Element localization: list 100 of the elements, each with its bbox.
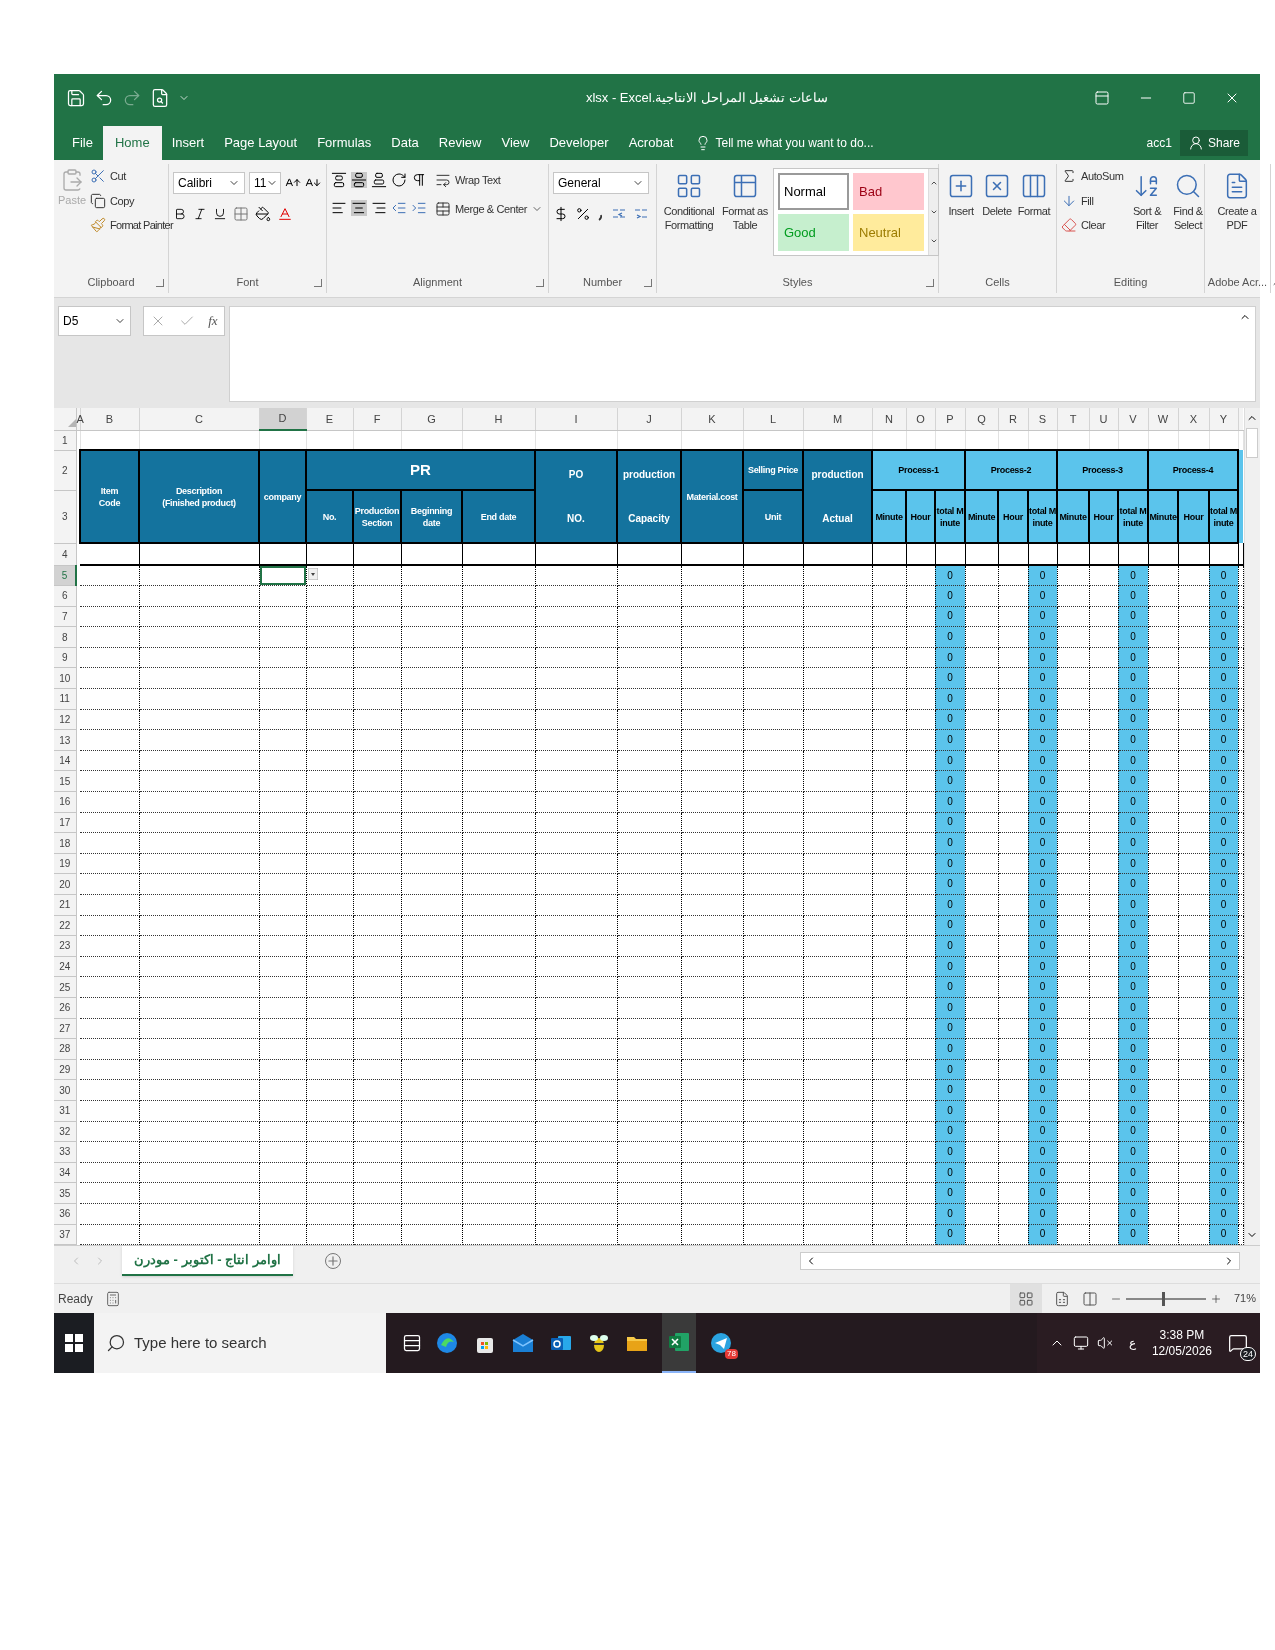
column-header[interactable]: V (1118, 408, 1148, 430)
page-layout-view-icon[interactable] (1053, 1290, 1070, 1307)
zoom-in-icon[interactable] (1209, 1292, 1222, 1305)
wrap-text-button[interactable]: Wrap Text (435, 172, 544, 189)
volume-muted-icon[interactable] (1096, 1335, 1113, 1352)
restore-icon[interactable] (1182, 91, 1196, 105)
column-header[interactable]: G (401, 408, 462, 430)
text-direction-icon[interactable] (411, 172, 427, 188)
italic-icon[interactable] (193, 207, 207, 221)
ribbon-tab[interactable]: View (491, 126, 540, 160)
clock-date[interactable]: 12/05/2026 (1151, 1343, 1212, 1360)
row-number[interactable]: 25 (54, 976, 76, 998)
share-button[interactable]: Share (1179, 130, 1248, 156)
tell-me-field[interactable]: Tell me what you want to do... (715, 134, 874, 152)
ribbon-tab[interactable]: Home (102, 126, 162, 160)
column-header[interactable]: C (139, 408, 259, 430)
align-middle-icon[interactable] (351, 172, 367, 188)
percent-icon[interactable] (575, 206, 591, 222)
selected-cell[interactable] (259, 566, 306, 586)
row-number[interactable]: 1 (54, 430, 76, 450)
row-number[interactable]: 5 (54, 565, 76, 586)
row-number[interactable]: 26 (54, 997, 76, 1019)
save-icon[interactable] (66, 88, 86, 108)
row-number[interactable]: 18 (54, 832, 76, 854)
sort-filter-button[interactable]: Sort & Filter (1129, 168, 1165, 271)
row-number[interactable]: 33 (54, 1141, 76, 1163)
row-number[interactable]: 29 (54, 1059, 76, 1080)
row-number[interactable]: 34 (54, 1162, 76, 1183)
network-icon[interactable] (1072, 1335, 1089, 1352)
column-header[interactable]: D (259, 408, 306, 430)
column-header[interactable]: E (306, 408, 353, 430)
font-name-field[interactable]: Calibri (173, 172, 245, 194)
ribbon-tab[interactable]: Insert (161, 126, 215, 160)
column-header[interactable]: F (353, 408, 401, 430)
cut-button[interactable]: Cut (90, 168, 173, 185)
autosum-button[interactable]: AutoSum (1061, 168, 1125, 185)
decrease-indent-icon[interactable] (391, 200, 407, 216)
column-header[interactable]: R (998, 408, 1028, 430)
print-preview-icon[interactable] (150, 88, 170, 108)
row-number[interactable]: 14 (54, 750, 76, 771)
row-number[interactable]: 17 (54, 812, 76, 833)
undo-icon[interactable] (94, 88, 114, 108)
row-number[interactable]: 13 (54, 729, 76, 751)
row-number[interactable]: 9 (54, 647, 76, 668)
row-number[interactable]: 21 (54, 894, 76, 916)
row-number[interactable]: 31 (54, 1100, 76, 1122)
normal-view-icon[interactable] (1017, 1290, 1034, 1307)
row-number[interactable]: 3 (54, 490, 76, 543)
page-break-view-icon[interactable] (1081, 1290, 1098, 1307)
ribbon-tab[interactable]: Acrobat (618, 126, 684, 160)
row-number[interactable]: 30 (54, 1079, 76, 1101)
name-box[interactable]: D5 (58, 306, 131, 336)
column-header[interactable]: T (1057, 408, 1089, 430)
column-header[interactable]: M (803, 408, 872, 430)
column-header[interactable]: I (535, 408, 617, 430)
column-header[interactable]: O (906, 408, 935, 430)
fill-button[interactable]: Fill (1061, 192, 1125, 209)
conditional-formatting-button[interactable]: Conditional Formatting (661, 168, 717, 271)
zoom-level[interactable]: 71% (1233, 1290, 1256, 1307)
column-header[interactable]: W (1148, 408, 1178, 430)
find-select-button[interactable]: Find & Select (1169, 168, 1207, 271)
font-size-field[interactable]: 11 (249, 172, 281, 194)
row-number[interactable]: 16 (54, 791, 76, 813)
column-header[interactable]: K (681, 408, 743, 430)
column-header[interactable]: X (1178, 408, 1209, 430)
bold-icon[interactable] (173, 207, 187, 221)
align-right-icon[interactable] (371, 200, 387, 216)
number-format-field[interactable]: General (553, 172, 649, 194)
align-center-icon[interactable] (351, 200, 367, 216)
align-left-icon[interactable] (331, 200, 347, 216)
column-header[interactable]: S (1028, 408, 1057, 430)
borders-icon[interactable] (233, 206, 249, 222)
ribbon-tab[interactable]: Data (381, 126, 429, 160)
insert-button[interactable]: Insert (943, 168, 979, 271)
row-number[interactable]: 12 (54, 709, 76, 730)
cell-style[interactable]: Normal (778, 173, 849, 210)
row-number[interactable]: 15 (54, 770, 76, 792)
column-header[interactable]: N (872, 408, 906, 430)
row-number[interactable]: 36 (54, 1203, 76, 1224)
row-number[interactable]: 11 (54, 688, 76, 710)
column-header[interactable]: P (935, 408, 965, 430)
zoom-slider[interactable] (1125, 1291, 1206, 1306)
row-number[interactable]: 23 (54, 935, 76, 957)
column-header[interactable]: U (1089, 408, 1118, 430)
format-as-table-button[interactable]: Format as Table (721, 168, 769, 271)
column-header[interactable]: Q (965, 408, 998, 430)
sheet-tab[interactable]: اوامر انتاج - اكتوبر - مودرن (122, 1246, 293, 1277)
delete-button[interactable]: Delete (979, 168, 1015, 271)
formula-input[interactable] (229, 306, 1256, 402)
dialog-launcher-icon[interactable] (926, 279, 934, 287)
clear-button[interactable]: Clear (1061, 217, 1125, 234)
column-header[interactable]: J (617, 408, 681, 430)
row-number[interactable]: 28 (54, 1038, 76, 1060)
copy-button[interactable]: Copy (90, 192, 173, 209)
windows-logo-icon[interactable] (65, 1334, 83, 1353)
orientation-icon[interactable] (391, 172, 407, 188)
row-number[interactable]: 32 (54, 1121, 76, 1142)
ribbon-tab[interactable]: Review (428, 126, 492, 160)
dialog-launcher-icon[interactable] (156, 279, 164, 287)
format-button[interactable]: Format (1015, 168, 1053, 271)
